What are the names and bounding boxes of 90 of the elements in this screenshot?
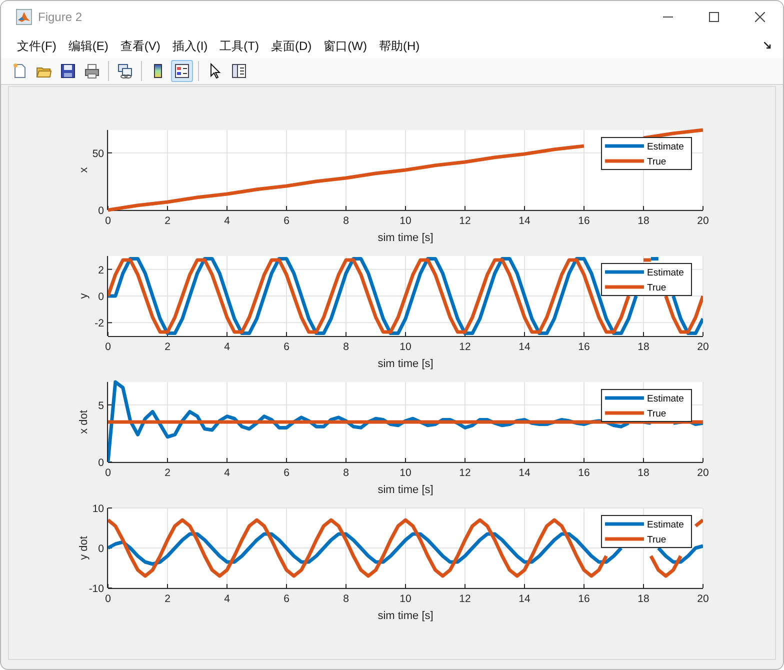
x-tick-label: 12 [459, 593, 471, 605]
x-tick-label: 4 [224, 341, 230, 353]
maximize-icon [709, 12, 719, 22]
x-tick-label: 18 [638, 341, 650, 353]
legend-label: Estimate [647, 142, 684, 152]
x-tick-label: 16 [578, 467, 590, 479]
y-axis-label: y [78, 293, 90, 299]
x-tick-label: 20 [697, 467, 709, 479]
y-tick-label: 0 [98, 205, 104, 217]
x-tick-label: 10 [400, 593, 412, 605]
legend-label: Estimate [647, 268, 684, 278]
y-axis-label: x dot [78, 410, 90, 434]
x-tick-label: 18 [638, 215, 650, 227]
legend-label: True [647, 408, 666, 420]
menu-item[interactable]: 文件(F) [12, 34, 62, 56]
x-tick-label: 2 [164, 467, 170, 479]
x-axis-label: sim time [s] [378, 610, 434, 622]
panel-icon [231, 63, 247, 79]
x-tick-label: 4 [224, 467, 230, 479]
x-tick-label: 4 [224, 215, 230, 227]
x-tick-label: 10 [400, 341, 412, 353]
menu-item[interactable]: 插入(I) [167, 34, 213, 56]
menu-item[interactable]: 工具(T) [214, 34, 264, 56]
minimize-icon [663, 16, 673, 18]
y-tick-label: 0 [98, 457, 104, 469]
x-tick-label: 6 [284, 341, 290, 353]
x-tick-label: 14 [518, 215, 530, 227]
x-tick-label: 0 [105, 215, 111, 227]
x-axis-label: sim time [s] [378, 232, 434, 244]
document-icon [12, 63, 28, 79]
dock-arrow-icon[interactable] [764, 42, 771, 49]
x-axis-label: sim time [s] [378, 484, 434, 496]
x-tick-label: 14 [518, 341, 530, 353]
x-tick-label: 0 [105, 341, 111, 353]
y-tick-label: -10 [88, 583, 104, 595]
y-tick-label: 50 [92, 148, 104, 160]
x-tick-label: 16 [578, 593, 590, 605]
x-tick-label: 10 [400, 215, 412, 227]
x-tick-label: 8 [343, 215, 349, 227]
y-tick-label: 5 [98, 400, 104, 412]
y-axis-label: x [78, 167, 90, 173]
x-tick-label: 4 [224, 593, 230, 605]
x-tick-label: 0 [105, 593, 111, 605]
y-tick-label: 10 [92, 503, 104, 515]
x-tick-label: 12 [459, 341, 471, 353]
menu-item[interactable]: 窗口(W) [318, 34, 372, 56]
x-tick-label: 14 [518, 467, 530, 479]
legend-icon [174, 63, 190, 79]
printer-icon [84, 63, 100, 79]
legend-label: Estimate [647, 520, 684, 530]
x-axis-label: sim time [s] [378, 358, 434, 370]
x-tick-label: 20 [697, 341, 709, 353]
toolbar-button[interactable] [171, 60, 193, 82]
x-tick-label: 16 [578, 341, 590, 353]
x-tick-label: 12 [459, 215, 471, 227]
x-tick-label: 18 [638, 467, 650, 479]
x-tick-label: 10 [400, 467, 412, 479]
x-tick-label: 16 [578, 215, 590, 227]
linked-windows-icon [117, 63, 133, 79]
menu-item[interactable]: 查看(V) [115, 34, 166, 56]
x-tick-label: 6 [284, 215, 290, 227]
x-tick-label: 20 [697, 215, 709, 227]
app-logo-icon [16, 9, 32, 25]
x-tick-label: 2 [164, 593, 170, 605]
y-tick-label: 0 [98, 291, 104, 303]
legend-label: True [647, 534, 666, 546]
window-title: Figure 2 [38, 9, 82, 26]
x-tick-label: 18 [638, 593, 650, 605]
y-tick-label: 0 [98, 543, 104, 555]
menu-item[interactable]: 编辑(E) [63, 34, 114, 56]
x-tick-label: 6 [284, 593, 290, 605]
x-tick-label: 2 [164, 341, 170, 353]
legend-label: True [647, 282, 666, 294]
x-tick-label: 0 [105, 467, 111, 479]
x-tick-label: 8 [343, 467, 349, 479]
menu-item[interactable]: 桌面(D) [266, 34, 317, 56]
legend-label: Estimate [647, 394, 684, 404]
x-tick-label: 6 [284, 467, 290, 479]
y-axis-label: y dot [78, 536, 90, 560]
x-tick-label: 12 [459, 467, 471, 479]
x-tick-label: 8 [343, 593, 349, 605]
close-icon [755, 12, 765, 22]
x-tick-label: 2 [164, 215, 170, 227]
x-tick-label: 8 [343, 341, 349, 353]
y-tick-label: -2 [94, 318, 104, 330]
menu-item[interactable]: 帮助(H) [374, 34, 425, 56]
x-tick-label: 20 [697, 593, 709, 605]
x-tick-label: 14 [518, 593, 530, 605]
y-tick-label: 2 [98, 264, 104, 276]
legend-label: True [647, 156, 666, 168]
